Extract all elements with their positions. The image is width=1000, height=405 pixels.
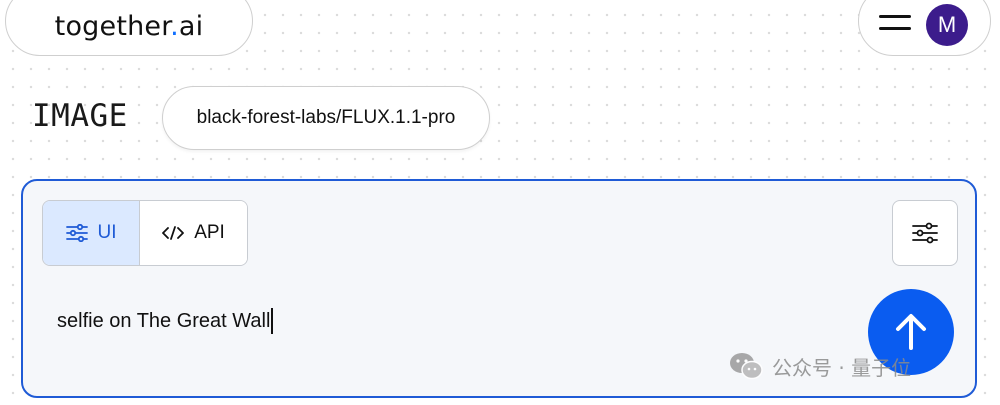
logo-pill[interactable]: together.ai	[5, 0, 253, 56]
tab-api[interactable]: API	[140, 201, 247, 265]
model-selector[interactable]: black-forest-labs/FLUX.1.1-pro	[162, 86, 490, 150]
prompt-input[interactable]: selfie on The Great Wall	[57, 308, 274, 334]
wechat-icon	[730, 353, 763, 380]
code-icon	[162, 226, 185, 240]
tab-ui-label: UI	[97, 222, 117, 243]
hamburger-icon[interactable]	[879, 13, 911, 33]
watermark: 公众号 · 量子位	[728, 351, 911, 381]
logo: together.ai	[55, 11, 204, 42]
watermark-text: 公众号 · 量子位	[772, 355, 912, 380]
sliders-icon	[65, 224, 88, 242]
logo-text-suffix: ai	[178, 11, 204, 42]
tab-api-label: API	[194, 222, 225, 243]
account-menu-pill: M	[858, 0, 991, 56]
logo-text-main: together	[54, 11, 171, 42]
prompt-value: selfie on The Great Wall	[57, 309, 271, 332]
settings-button[interactable]	[892, 200, 958, 266]
mode-toggle: UI API	[42, 200, 248, 266]
avatar-initial: M	[937, 12, 957, 37]
arrow-up-icon	[896, 314, 926, 350]
avatar[interactable]: M	[926, 4, 968, 46]
logo-dot: .	[170, 11, 179, 42]
text-caret	[271, 308, 274, 334]
section-label: IMAGE	[32, 98, 128, 134]
sliders-icon	[912, 222, 938, 244]
tab-ui[interactable]: UI	[43, 201, 140, 265]
model-name: black-forest-labs/FLUX.1.1-pro	[196, 107, 456, 128]
